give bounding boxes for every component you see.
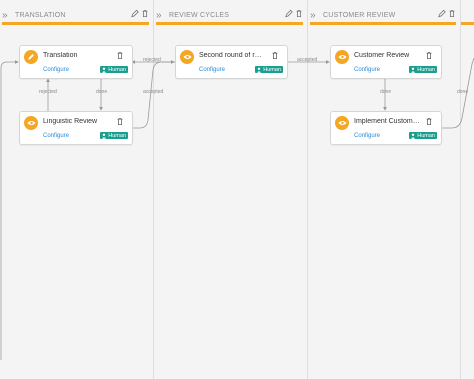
human-badge: Human xyxy=(100,132,128,139)
eye-icon xyxy=(335,116,349,130)
task-card-translation[interactable]: Translation Configure Human xyxy=(19,45,133,79)
eye-icon xyxy=(24,116,38,130)
trash-icon[interactable] xyxy=(116,51,124,60)
human-badge: Human xyxy=(409,132,437,139)
task-title: Customer Review xyxy=(354,52,410,59)
task-title: Implement Customer Rev... xyxy=(354,118,420,125)
human-badge: Human xyxy=(100,66,128,73)
task-title: Linguistic Review xyxy=(43,118,98,125)
task-title: Translation xyxy=(43,52,78,59)
person-icon xyxy=(411,133,416,139)
eye-icon xyxy=(335,50,349,64)
trash-icon[interactable] xyxy=(425,51,433,60)
edge-label-rejected: rejected xyxy=(143,57,161,63)
edge-label-rejected: rejected xyxy=(39,89,57,95)
configure-link[interactable]: Configure xyxy=(43,67,69,73)
human-badge: Human xyxy=(409,66,437,73)
configure-link[interactable]: Configure xyxy=(199,67,225,73)
human-badge-label: Human xyxy=(263,66,281,73)
configure-link[interactable]: Configure xyxy=(43,133,69,139)
trash-icon[interactable] xyxy=(116,117,124,126)
eye-icon xyxy=(180,50,194,64)
edge-label-done: done xyxy=(96,89,108,95)
trash-icon[interactable] xyxy=(271,51,279,60)
human-badge-label: Human xyxy=(417,66,435,73)
person-icon xyxy=(102,67,107,73)
task-card-implement-customer-review[interactable]: Implement Customer Rev... Configure Huma… xyxy=(330,111,442,145)
person-icon xyxy=(257,67,262,73)
edge-label-done: done xyxy=(457,89,469,95)
task-card-customer-review[interactable]: Customer Review Configure Human xyxy=(330,45,442,79)
human-badge: Human xyxy=(255,66,283,73)
edge-label-accepted: accepted xyxy=(143,89,164,95)
human-badge-label: Human xyxy=(108,66,126,73)
pencil-icon xyxy=(24,50,38,64)
edge-label-done: done xyxy=(380,89,392,95)
edge-label-accepted: accepted xyxy=(297,57,318,63)
human-badge-label: Human xyxy=(417,132,435,139)
person-icon xyxy=(411,67,416,73)
task-title: Second round of review xyxy=(199,52,263,59)
configure-link[interactable]: Configure xyxy=(354,67,380,73)
trash-icon[interactable] xyxy=(425,117,433,126)
task-card-linguistic-review[interactable]: Linguistic Review Configure Human xyxy=(19,111,133,145)
human-badge-label: Human xyxy=(108,132,126,139)
person-icon xyxy=(102,133,107,139)
task-card-second-round-review[interactable]: Second round of review Configure Human xyxy=(175,45,288,79)
configure-link[interactable]: Configure xyxy=(354,133,380,139)
